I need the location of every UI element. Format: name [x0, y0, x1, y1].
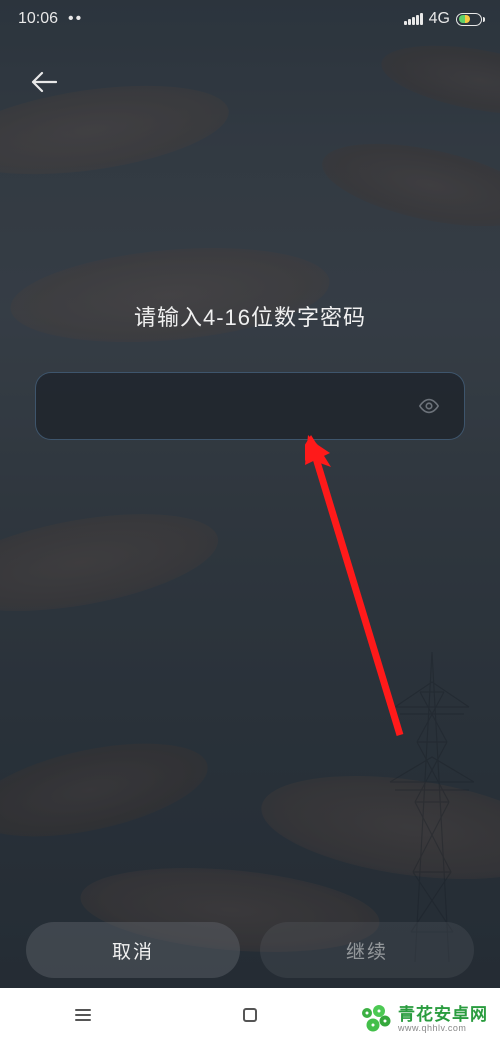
watermark: 青花安卓网 www.qhhlv.com [359, 1003, 488, 1037]
watermark-logo-icon [359, 1003, 393, 1037]
watermark-url: www.qhhlv.com [398, 1024, 488, 1034]
menu-icon [74, 1006, 92, 1024]
signal-strength-icon [404, 13, 423, 25]
dim-overlay [0, 0, 500, 1042]
eye-icon [418, 395, 440, 417]
battery-icon [456, 13, 482, 26]
network-type: 4G [429, 10, 450, 28]
password-input-container[interactable] [35, 372, 465, 440]
continue-button-label: 继续 [346, 937, 388, 964]
status-bar: 10:06 •• 4G [0, 0, 500, 38]
status-notification-dots: •• [68, 10, 83, 28]
toggle-password-visibility-button[interactable] [414, 391, 444, 421]
cancel-button-label: 取消 [112, 937, 154, 964]
arrow-left-icon [31, 71, 57, 93]
status-time: 10:06 [18, 10, 58, 28]
nav-home-button[interactable] [230, 995, 270, 1035]
continue-button[interactable]: 继续 [260, 922, 474, 978]
nav-recent-button[interactable] [63, 995, 103, 1035]
password-input[interactable] [56, 373, 414, 439]
square-icon [242, 1007, 258, 1023]
password-prompt-label: 请输入4-16位数字密码 [134, 300, 366, 332]
cancel-button[interactable]: 取消 [26, 922, 240, 978]
back-button[interactable] [28, 66, 60, 98]
watermark-title: 青花安卓网 [398, 1006, 488, 1025]
